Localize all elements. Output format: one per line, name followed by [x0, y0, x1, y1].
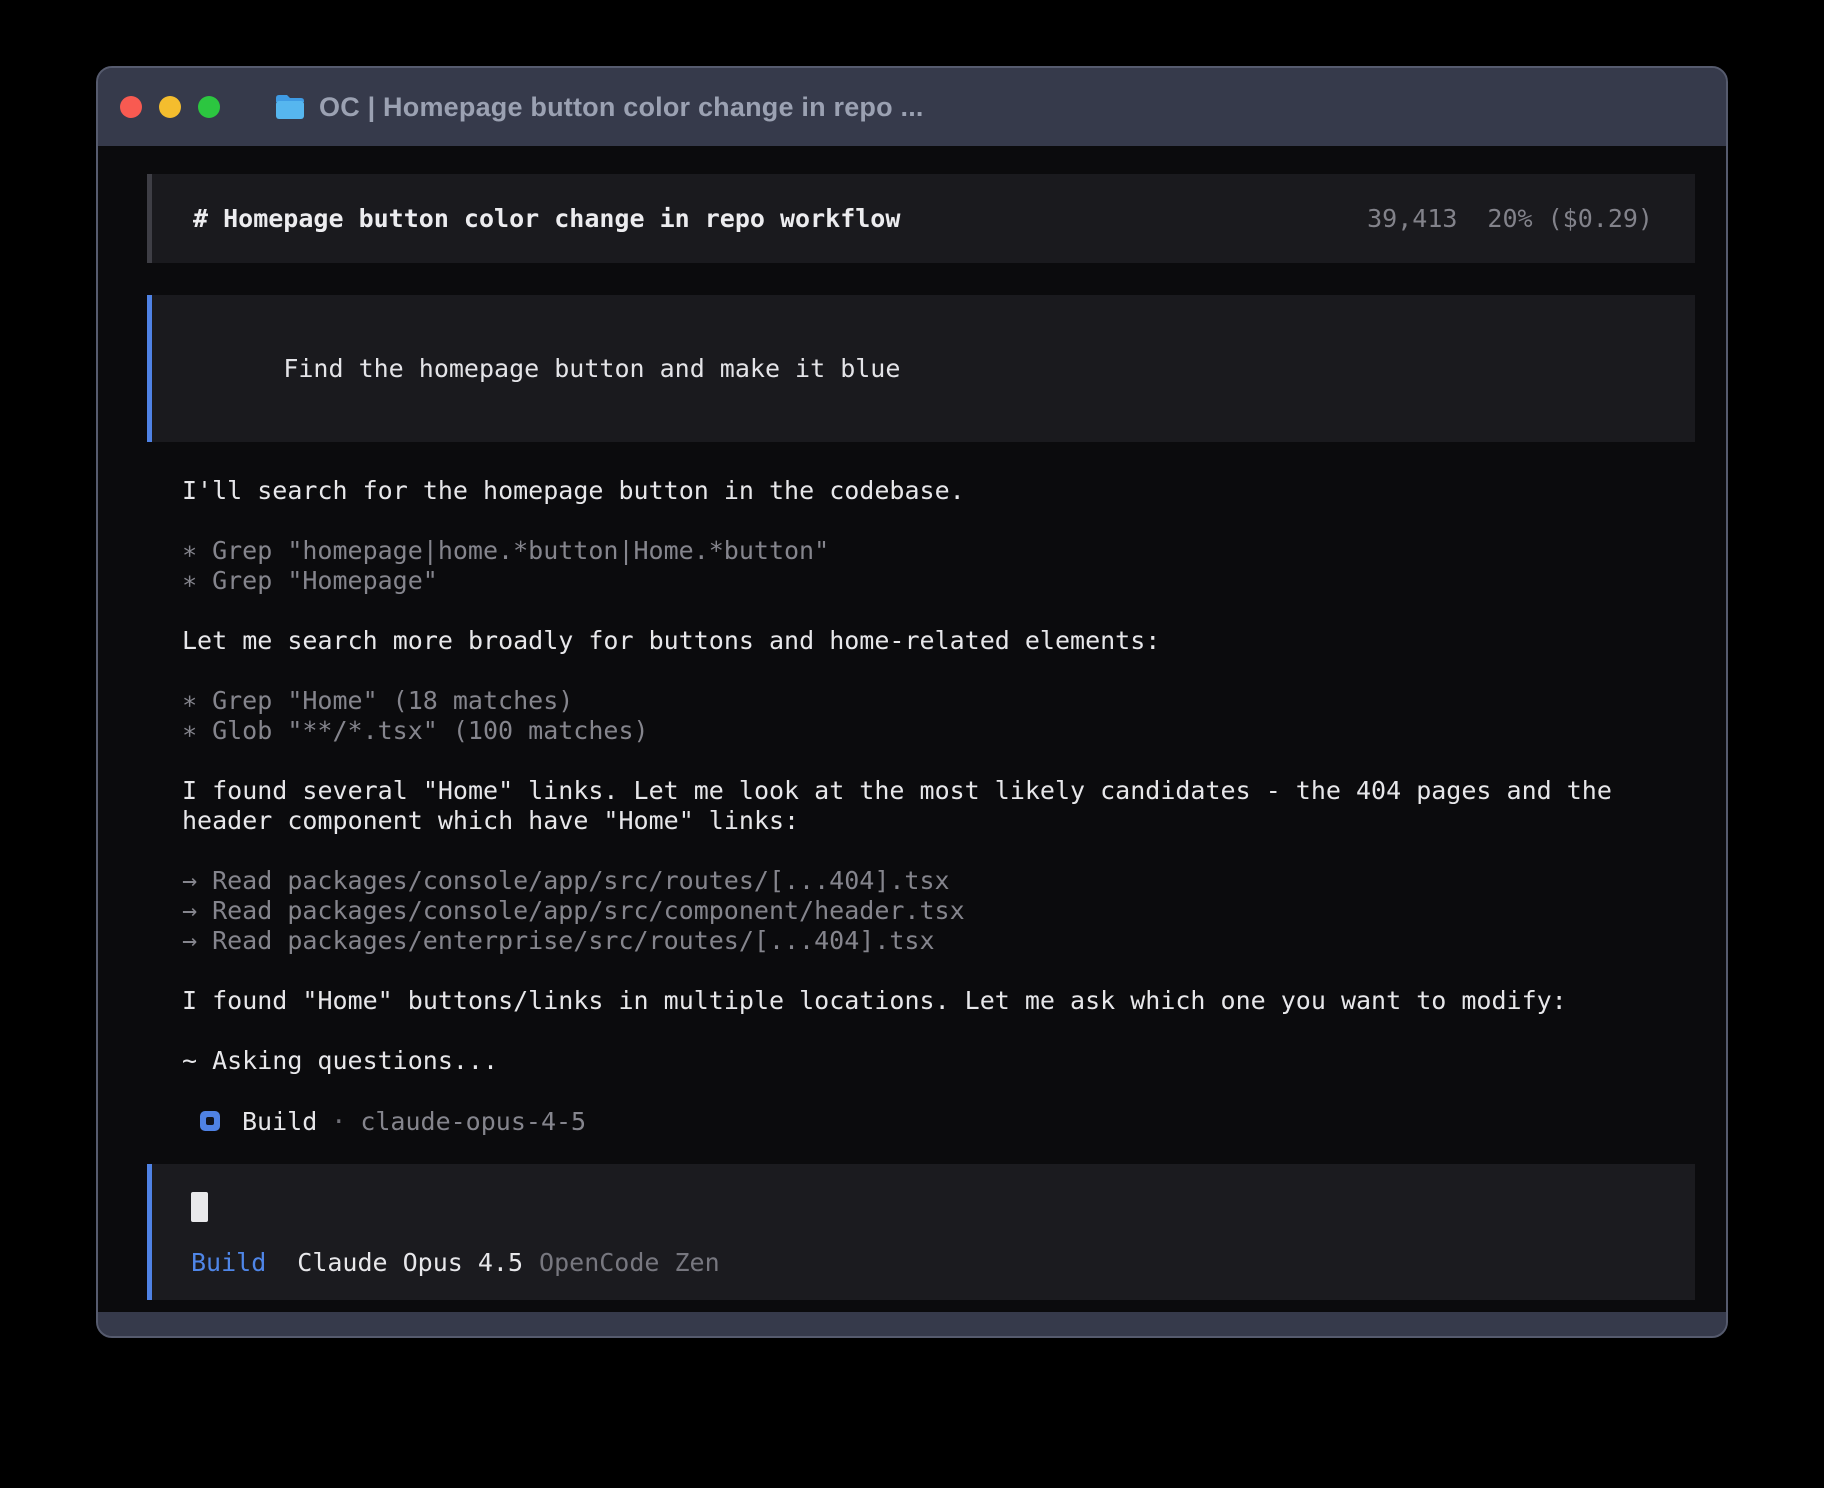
terminal-content: # Homepage button color change in repo w…	[98, 146, 1726, 1312]
tool-call-grep: ∗ Grep "Home" (18 matches)	[182, 686, 1699, 716]
spinner-tilde-icon: ~	[182, 1046, 197, 1075]
tool-label: Read packages/console/app/src/component/…	[212, 896, 965, 925]
close-button[interactable]	[120, 96, 142, 118]
assistant-paragraph: I found several "Home" links. Let me loo…	[182, 776, 1699, 836]
folder-icon	[274, 94, 306, 120]
arrow-right-icon: →	[182, 896, 197, 925]
tool-call-read: → Read packages/enterprise/src/routes/[..…	[182, 926, 1699, 956]
title-group: OC | Homepage button color change in rep…	[274, 92, 924, 123]
blank-line	[182, 596, 1699, 626]
asterisk-tool-icon: ∗	[182, 536, 197, 565]
terminal-window: OC | Homepage button color change in rep…	[96, 66, 1728, 1338]
assistant-paragraph: Let me search more broadly for buttons a…	[182, 626, 1699, 656]
tool-label: Grep "homepage|home.*button|Home.*button…	[212, 536, 829, 565]
window-title: OC | Homepage button color change in rep…	[319, 92, 924, 123]
tool-call-grep: ∗ Grep "homepage|home.*button|Home.*butto…	[182, 536, 1699, 566]
tool-label: Read packages/enterprise/src/routes/[...…	[212, 926, 934, 955]
token-count: 39,413	[1367, 204, 1457, 233]
arrow-right-icon: →	[182, 866, 197, 895]
tool-label: Glob "**/*.tsx" (100 matches)	[212, 716, 649, 745]
blank-line	[182, 746, 1699, 776]
tool-call-grep: ∗ Grep "Homepage"	[182, 566, 1699, 596]
agent-status-line: Build · claude-opus-4-5	[200, 1106, 1699, 1136]
session-header: # Homepage button color change in repo w…	[147, 174, 1695, 263]
working-status: ~ Asking questions...	[182, 1046, 1699, 1076]
arrow-right-icon: →	[182, 926, 197, 955]
session-stats: 39,413 20% ($0.29)	[1367, 204, 1653, 233]
prompt-input[interactable]: Build Claude Opus 4.5 OpenCode Zen	[147, 1164, 1695, 1300]
traffic-lights	[120, 96, 220, 118]
model-row: Build Claude Opus 4.5 OpenCode Zen	[191, 1248, 1653, 1278]
input-provider-label: OpenCode Zen	[539, 1248, 720, 1278]
agent-name: Build	[242, 1107, 317, 1136]
blank-line	[182, 506, 1699, 536]
maximize-button[interactable]	[198, 96, 220, 118]
tool-label: Grep "Home" (18 matches)	[212, 686, 573, 715]
blank-line	[182, 836, 1699, 866]
dot-separator: ·	[331, 1107, 346, 1136]
asterisk-tool-icon: ∗	[182, 686, 197, 715]
input-model-label: Claude Opus 4.5	[297, 1248, 523, 1278]
minimize-button[interactable]	[159, 96, 181, 118]
transcript: I'll search for the homepage button in t…	[182, 476, 1699, 1136]
blank-line	[182, 1076, 1699, 1106]
window-bottom-strip	[98, 1312, 1726, 1336]
titlebar[interactable]: OC | Homepage button color change in rep…	[98, 68, 1726, 146]
asterisk-tool-icon: ∗	[182, 566, 197, 595]
input-line[interactable]	[191, 1192, 1653, 1222]
blank-line	[182, 656, 1699, 686]
tool-call-read: → Read packages/console/app/src/routes/[.…	[182, 866, 1699, 896]
tool-call-glob: ∗ Glob "**/*.tsx" (100 matches)	[182, 716, 1699, 746]
text-cursor	[191, 1192, 208, 1222]
tool-call-read: → Read packages/console/app/src/component…	[182, 896, 1699, 926]
blank-line	[182, 956, 1699, 986]
input-agent-label: Build	[191, 1248, 266, 1278]
assistant-paragraph: I'll search for the homepage button in t…	[182, 476, 1699, 506]
blank-line	[182, 1016, 1699, 1046]
user-message: Find the homepage button and make it blu…	[147, 295, 1695, 442]
tool-label: Read packages/console/app/src/routes/[..…	[212, 866, 950, 895]
assistant-paragraph: I found "Home" buttons/links in multiple…	[182, 986, 1699, 1016]
tool-label: Grep "Homepage"	[212, 566, 438, 595]
user-message-text: Find the homepage button and make it blu…	[283, 354, 900, 383]
working-label: Asking questions...	[212, 1046, 498, 1075]
context-usage: 20% ($0.29)	[1487, 204, 1653, 233]
asterisk-tool-icon: ∗	[182, 716, 197, 745]
agent-model: claude-opus-4-5	[360, 1107, 586, 1136]
agent-badge-icon	[200, 1111, 220, 1131]
session-title: # Homepage button color change in repo w…	[193, 204, 900, 233]
